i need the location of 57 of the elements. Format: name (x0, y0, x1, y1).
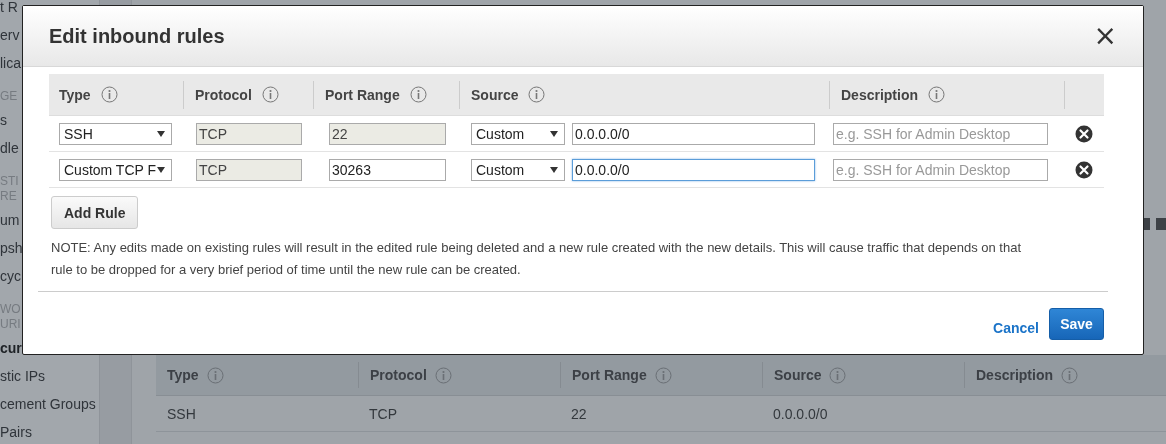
info-icon (206, 366, 224, 384)
column-header: Port Range (325, 86, 400, 103)
sidebar-item[interactable]: cement Groups (0, 396, 96, 412)
table-cell: TCP (369, 405, 397, 422)
source-dropdown[interactable]: Custom (471, 158, 565, 181)
column-header: Source (471, 86, 519, 103)
column-header: Type (167, 367, 199, 383)
sidebar-item[interactable]: lica (0, 55, 21, 71)
sidebar-item[interactable]: t R (0, 0, 18, 15)
table-cell: 22 (571, 405, 587, 422)
column-header: Protocol (195, 86, 252, 103)
dialog-title: Edit inbound rules (49, 24, 225, 48)
table-cell: SSH (167, 405, 196, 422)
column-header: Type (59, 86, 91, 103)
info-icon (829, 366, 847, 384)
table-cell: 0.0.0.0/0 (773, 405, 828, 422)
sidebar-item[interactable]: cyc (0, 268, 21, 284)
caret-icon (157, 166, 165, 173)
column-header: Description (976, 367, 1053, 383)
sidebar-item[interactable]: Pairs (0, 424, 32, 440)
info-icon (434, 366, 452, 384)
sidebar-item[interactable]: erv (0, 27, 20, 43)
column-header: Protocol (370, 367, 427, 383)
column-header: Description (841, 86, 918, 103)
info-icon (1061, 366, 1078, 384)
cancel-link[interactable]: Cancel (993, 320, 1039, 336)
type-dropdown[interactable]: SSH (59, 122, 172, 145)
save-button[interactable]: Save (1049, 308, 1104, 340)
caret-icon (550, 130, 558, 137)
sidebar-item[interactable]: s (0, 112, 7, 128)
sidebar-item[interactable]: dle (0, 140, 19, 156)
source-dropdown[interactable]: Custom (471, 122, 565, 145)
description-field[interactable]: e.g. SSH for Admin Desktop (833, 122, 1048, 145)
cidr-field[interactable]: 0.0.0.0/0 (572, 122, 815, 145)
info-icon (409, 86, 427, 103)
info-icon (928, 86, 945, 103)
port-range-field[interactable]: 30263 (329, 158, 446, 181)
remove-icon[interactable] (1075, 124, 1093, 143)
info-icon (261, 86, 279, 103)
caret-icon (550, 166, 558, 173)
sidebar-item[interactable]: stic IPs (0, 368, 46, 384)
column-header: Source (774, 367, 822, 383)
description-field[interactable]: e.g. SSH for Admin Desktop (833, 158, 1048, 181)
sidebar-item[interactable]: cur (0, 340, 22, 356)
sidebar-item[interactable]: psh (0, 240, 23, 256)
close-button[interactable]: × (1093, 22, 1117, 50)
note-text: NOTE: Any edits made on existing rules will result in the edited rule being deleted and a new rule created with the new details. This will cause traffic that depends on that rule to be dropped for a very brief period of time until the new rule can be created. (51, 239, 1022, 279)
add-rule-button[interactable]: Add Rule (51, 196, 139, 229)
column-header: Port Range (572, 367, 647, 383)
caret-icon (157, 130, 165, 137)
type-dropdown[interactable]: Custom TCP F (59, 158, 172, 181)
cidr-field[interactable]: 0.0.0.0/0 (572, 158, 815, 181)
sidebar-item[interactable]: um (0, 212, 20, 228)
remove-icon[interactable] (1075, 160, 1093, 179)
info-icon (654, 366, 672, 384)
info-icon (528, 86, 546, 103)
info-icon (100, 86, 118, 103)
